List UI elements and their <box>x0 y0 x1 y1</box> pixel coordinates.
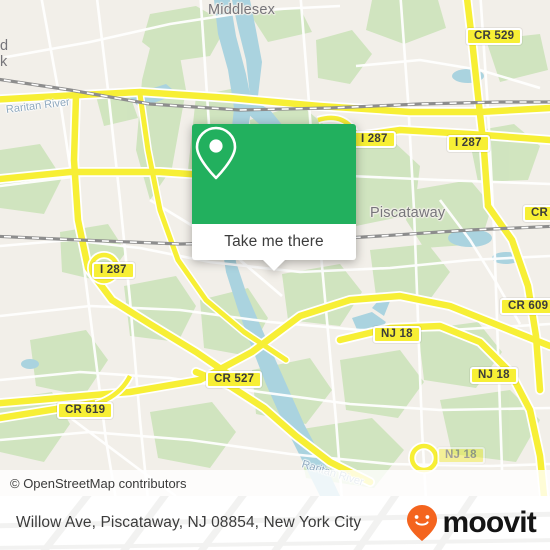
footer-bar: Willow Ave, Piscataway, NJ 08854, New Yo… <box>0 496 550 550</box>
moovit-wordmark: moovit <box>442 506 536 539</box>
take-me-there-label: Take me there <box>224 233 324 250</box>
popup-pin-area <box>192 124 356 224</box>
location-pin-icon <box>195 126 237 180</box>
map-canvas[interactable]: Middlesex Piscataway d k Raritan River R… <box>0 0 550 496</box>
moovit-map-screenshot: Middlesex Piscataway d k Raritan River R… <box>0 0 550 550</box>
attribution-text: © OpenStreetMap contributors <box>10 475 187 491</box>
popup-tail <box>263 260 285 271</box>
moovit-pin-icon <box>407 505 438 541</box>
moovit-logo: moovit <box>405 503 537 543</box>
popup-cta-area[interactable]: Take me there <box>192 224 356 260</box>
take-me-there-popup[interactable]: Take me there <box>192 124 356 271</box>
map-attribution: © OpenStreetMap contributors <box>0 470 550 496</box>
address-label: Willow Ave, Piscataway, NJ 08854, New Yo… <box>16 514 362 531</box>
